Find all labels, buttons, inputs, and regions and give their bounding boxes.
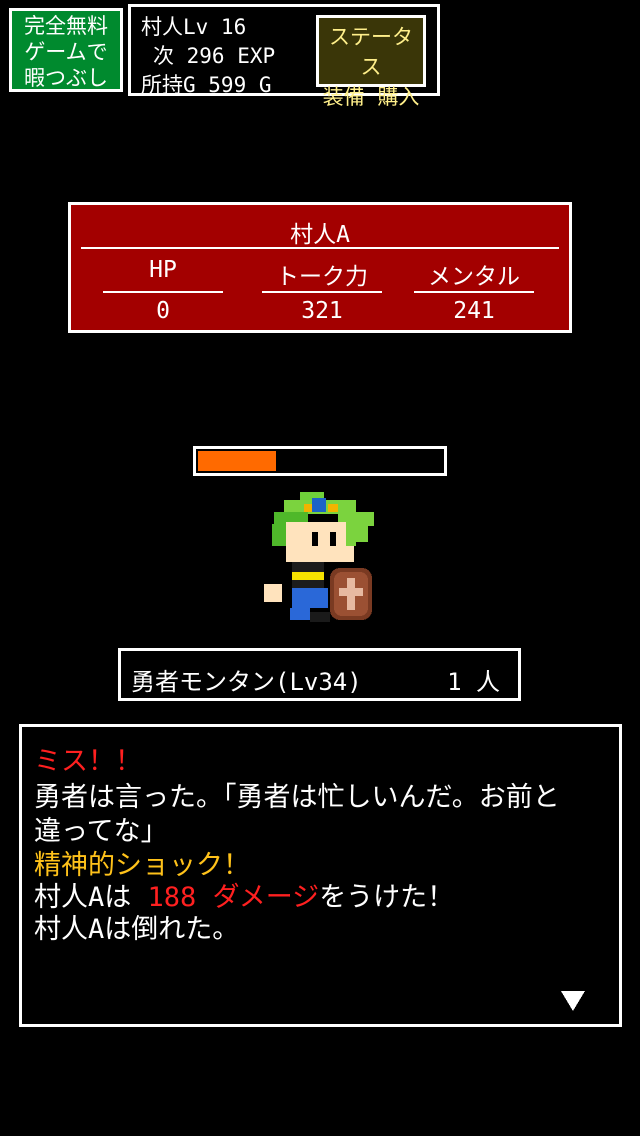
status-button-line-1: ステータス — [329, 25, 413, 79]
stat-label-talk: トーク力 — [276, 264, 368, 290]
ad-line-2: ゲームで — [24, 40, 108, 64]
player-name-level: 村人Lv 16 — [141, 15, 247, 39]
enemy-divider — [81, 247, 559, 249]
message-defeated: 村人Aは倒れた。 — [34, 914, 240, 945]
stat-divider-talk — [262, 291, 382, 293]
stat-label-mental: メンタル — [428, 264, 520, 290]
player-info-panel: 村人Lv 16 次 296 EXP 所持G 599 G ステータス 装備 購入 — [128, 4, 440, 109]
battle-message-window[interactable]: ミス！！ 勇者は言った。「勇者は忙しいんだ。お前と 違ってな」 精神的ショック！… — [19, 724, 622, 1027]
stat-value-talk: 321 — [301, 298, 343, 324]
player-next-exp: 次 296 EXP — [153, 44, 276, 68]
status-button-line-2: 装備 購入 — [322, 85, 420, 109]
enemy-name: 村人A — [290, 222, 350, 248]
ad-line-1: 完全無料 — [24, 14, 108, 38]
enemy-status-panel: 村人A HP 0 トーク力 321 メンタル 241 — [68, 202, 572, 333]
player-gold: 所持G 599 G — [141, 73, 272, 97]
stat-value-hp: 0 — [156, 298, 170, 324]
stat-divider-mental — [414, 291, 534, 293]
stat-divider-hp — [103, 291, 223, 293]
down-triangle-icon[interactable] — [560, 989, 586, 1015]
stat-value-mental: 241 — [453, 298, 495, 324]
ad-line-3: 暇つぶし — [24, 66, 108, 90]
message-damage-suffix: をうけた！ — [319, 882, 455, 913]
ad-banner[interactable]: 完全無料 ゲームで 暇つぶし — [9, 8, 123, 92]
pixel-hero-with-shield-sprite[interactable] — [260, 488, 384, 638]
message-miss: ミス！！ — [34, 746, 142, 777]
hero-hp-fill — [198, 451, 277, 471]
hero-name: 勇者モンタン(Lv34) — [131, 668, 362, 696]
hero-hp-bar — [193, 446, 447, 476]
hero-count: 1 人 — [447, 668, 500, 696]
status-equip-shop-button[interactable]: ステータス 装備 購入 — [316, 15, 426, 109]
stat-label-hp: HP — [149, 257, 177, 283]
hero-party-box[interactable]: 勇者モンタン(Lv34) 1 人 — [118, 648, 521, 701]
